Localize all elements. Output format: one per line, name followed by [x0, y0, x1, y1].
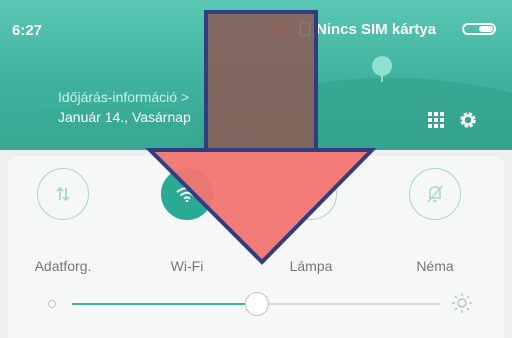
wifi-icon: [176, 187, 198, 202]
brightness-slider-fill: [72, 303, 249, 305]
wifi-status-icon: [272, 22, 292, 41]
brightness-slider-thumb[interactable]: [245, 292, 269, 316]
toggle-wifi[interactable]: Wi-Fi: [142, 168, 232, 274]
status-time: 6:27: [12, 22, 43, 39]
toggle-circle: [409, 168, 461, 220]
battery-level: [479, 26, 493, 32]
toggle-flashlight[interactable]: Lámpa: [266, 168, 356, 274]
sim-status-text: Nincs SIM kártya: [316, 21, 437, 38]
toggle-label: Wi-Fi: [170, 258, 204, 274]
weather-info-link[interactable]: Időjárás-információ >: [58, 89, 189, 105]
toggle-silent[interactable]: Néma: [390, 168, 480, 274]
toggle-circle: [161, 168, 213, 220]
gear-icon[interactable]: [458, 110, 478, 135]
toggle-label: Adatforg.: [34, 258, 92, 274]
flashlight-icon: [303, 187, 319, 203]
battery-icon: [462, 23, 496, 35]
data-transfer-icon: [56, 186, 70, 202]
date-text: Január 14., Vasárnap: [58, 109, 191, 125]
app-grid-icon[interactable]: [428, 112, 444, 133]
toggle-mobile-data[interactable]: Adatforg.: [18, 168, 108, 274]
toggle-circle: [285, 168, 337, 220]
background-tree-trunk: [381, 74, 383, 82]
toggle-circle: [37, 168, 89, 220]
toggle-label: Lámpa: [289, 258, 333, 274]
silent-bell-icon: [427, 185, 443, 203]
background-tree: [372, 56, 392, 76]
brightness-high-icon: [451, 292, 473, 319]
toggle-label: Néma: [416, 258, 454, 274]
no-sim-icon: [300, 22, 310, 36]
brightness-low-icon: [48, 300, 56, 308]
